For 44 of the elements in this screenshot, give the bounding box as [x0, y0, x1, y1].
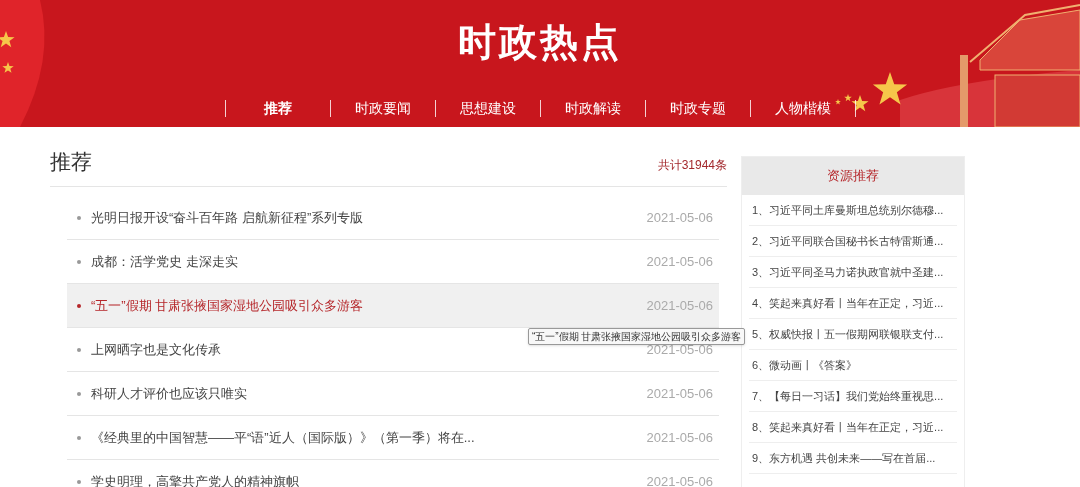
- page-title: 时政热点: [458, 22, 622, 62]
- news-date: 2021-05-06: [646, 296, 713, 315]
- news-title[interactable]: 科研人才评价也应该只唯实: [91, 383, 647, 404]
- news-date: 2021-05-06: [646, 428, 713, 447]
- bullet-icon: [77, 479, 81, 484]
- resource-link[interactable]: 5、权威快报丨五一假期网联银联支付...: [749, 319, 957, 350]
- news-title[interactable]: 成都：活学党史 走深走实: [91, 251, 647, 272]
- news-title[interactable]: 学史明理，高擎共产党人的精神旗帜: [91, 471, 647, 487]
- resource-link[interactable]: 7、【每日一习话】我们党始终重视思...: [749, 381, 957, 412]
- bullet-icon: [77, 391, 81, 396]
- resource-link[interactable]: 3、习近平同圣马力诺执政官就中圣建...: [749, 257, 957, 288]
- resource-link[interactable]: 8、笑起来真好看丨当年在正定，习近...: [749, 412, 957, 443]
- resource-link[interactable]: 1、习近平同土库曼斯坦总统别尔德穆...: [749, 195, 957, 226]
- nav-tab[interactable]: 时政专题: [644, 100, 750, 117]
- bullet-icon: [77, 259, 81, 264]
- news-date: 2021-05-06: [646, 472, 713, 487]
- tooltip: “五一”假期 甘肃张掖国家湿地公园吸引众多游客: [528, 328, 746, 345]
- resource-link[interactable]: 4、笑起来真好看丨当年在正定，习近...: [749, 288, 957, 319]
- news-item[interactable]: 学史明理，高擎共产党人的精神旗帜 2021-05-06: [67, 460, 719, 487]
- bullet-icon: [77, 215, 81, 220]
- nav-tab[interactable]: 思想建设: [434, 100, 540, 117]
- nav-tab[interactable]: 时政要闻: [329, 100, 435, 117]
- nav-tab[interactable]: 推荐: [224, 100, 330, 117]
- nav-tab[interactable]: 时政解读: [539, 100, 645, 117]
- news-date: 2021-05-06: [646, 208, 713, 227]
- bullet-icon: [77, 435, 81, 440]
- news-item[interactable]: 光明日报开设“奋斗百年路 启航新征程”系列专版 2021-05-06: [67, 196, 719, 240]
- news-title[interactable]: “五一”假期 甘肃张掖国家湿地公园吸引众多游客: [91, 295, 647, 316]
- section-title: 推荐: [50, 150, 92, 174]
- resource-link[interactable]: 9、东方机遇 共创未来——写在首届...: [749, 443, 957, 474]
- news-item[interactable]: 《经典里的中国智慧——平“语”近人（国际版）》（第一季）将在... 2021-05-06: [67, 416, 719, 460]
- nav-tab[interactable]: 人物楷模: [749, 100, 855, 117]
- news-title[interactable]: 光明日报开设“奋斗百年路 启航新征程”系列专版: [91, 207, 647, 228]
- news-date: 2021-05-06: [646, 384, 713, 403]
- news-item[interactable]: “五一”假期 甘肃张掖国家湿地公园吸引众多游客 2021-05-06: [67, 284, 719, 328]
- news-item[interactable]: 科研人才评价也应该只唯实 2021-05-06: [67, 372, 719, 416]
- resource-link[interactable]: 6、微动画丨《答案》: [749, 350, 957, 381]
- bullet-icon: [77, 347, 81, 352]
- bullet-icon: [77, 303, 81, 308]
- total-count: 共计31944条: [657, 157, 727, 174]
- news-date: 2021-05-06: [646, 252, 713, 271]
- news-title[interactable]: 《经典里的中国智慧——平“语”近人（国际版）》（第一季）将在...: [91, 427, 647, 448]
- resource-link[interactable]: 2、习近平同联合国秘书长古特雷斯通...: [749, 226, 957, 257]
- sidebar-title: 资源推荐: [827, 167, 879, 186]
